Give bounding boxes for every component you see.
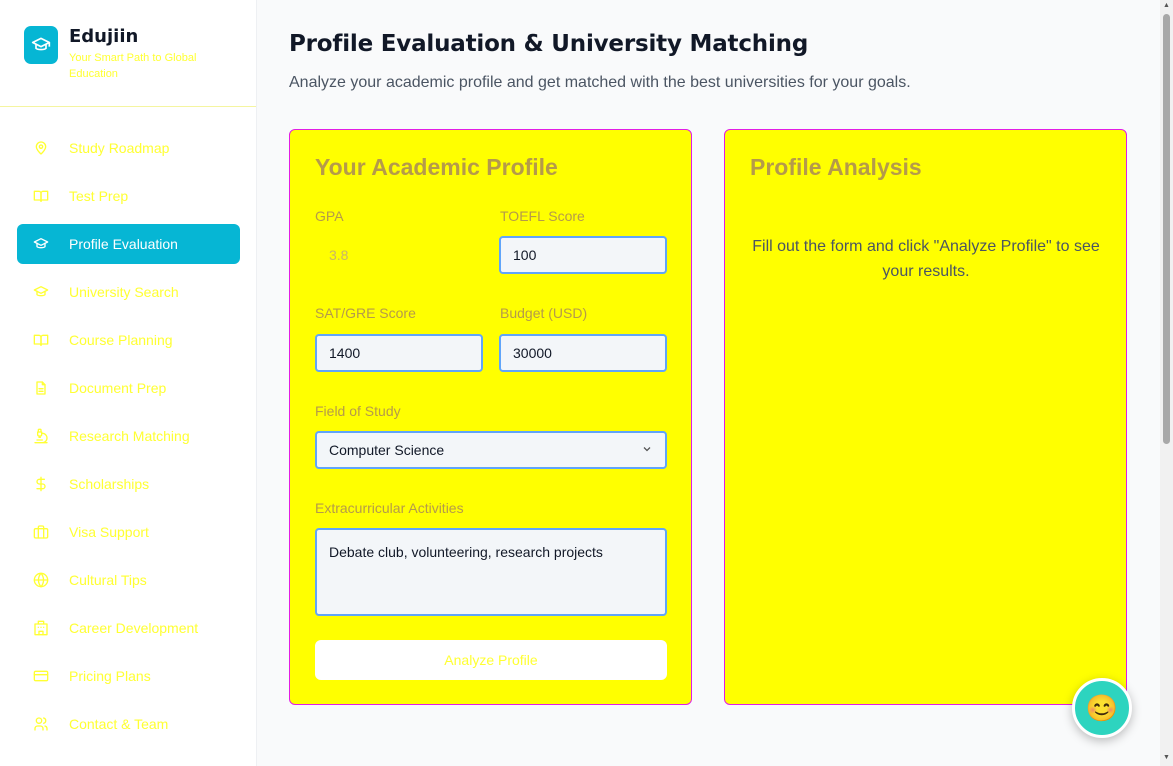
analysis-placeholder-message: Fill out the form and click "Analyze Pro… bbox=[752, 238, 1100, 280]
page-title: Profile Evaluation & University Matching bbox=[289, 31, 809, 57]
book-open-icon bbox=[33, 332, 49, 348]
briefcase-icon bbox=[33, 524, 49, 540]
book-open-icon bbox=[33, 188, 49, 204]
brand-tagline: Your Smart Path to Global Education bbox=[69, 52, 197, 80]
sidebar-item-research-matching[interactable]: Research Matching bbox=[17, 416, 240, 456]
sidebar-item-cultural-tips[interactable]: Cultural Tips bbox=[17, 560, 240, 600]
graduation-cap-icon bbox=[33, 284, 49, 300]
page-subtitle: Analyze your academic profile and get ma… bbox=[289, 74, 911, 91]
sidebar-item-label: Pricing Plans bbox=[69, 668, 151, 684]
gpa-input[interactable] bbox=[315, 236, 483, 274]
sidebar-item-label: Scholarships bbox=[69, 476, 150, 492]
sidebar-item-visa-support[interactable]: Visa Support bbox=[17, 512, 240, 552]
field-of-study-label: Field of Study bbox=[315, 403, 401, 419]
academic-profile-title: Your Academic Profile bbox=[315, 154, 558, 180]
sidebar-item-label: Course Planning bbox=[69, 332, 173, 348]
sidebar-item-pricing-plans[interactable]: Pricing Plans bbox=[17, 656, 240, 696]
budget-input[interactable] bbox=[499, 334, 667, 372]
analyze-profile-button[interactable]: Analyze Profile bbox=[315, 640, 667, 680]
profile-analysis-card: Profile Analysis Fill out the form and c… bbox=[724, 129, 1127, 705]
sidebar-item-label: University Search bbox=[69, 284, 179, 300]
graduation-cap-icon bbox=[33, 236, 49, 252]
brand-name: Edujiin bbox=[69, 26, 139, 47]
users-icon bbox=[33, 716, 49, 732]
sidebar-item-label: Contact & Team bbox=[69, 716, 169, 732]
page-scrollbar[interactable]: ▲ ▼ bbox=[1160, 0, 1173, 766]
extracurricular-textarea[interactable]: Debate club, volunteering, research proj… bbox=[315, 528, 667, 616]
sidebar-item-label: Test Prep bbox=[69, 188, 129, 204]
sidebar-item-contact-team[interactable]: Contact & Team bbox=[17, 704, 240, 744]
file-text-icon bbox=[33, 380, 49, 396]
chevron-down-icon bbox=[641, 442, 653, 458]
dollar-icon bbox=[33, 476, 49, 492]
microscope-icon bbox=[33, 428, 49, 444]
sat-gre-input[interactable] bbox=[315, 334, 483, 372]
sidebar-item-profile-evaluation[interactable]: Profile Evaluation bbox=[17, 224, 240, 264]
sidebar-item-career-development[interactable]: Career Development bbox=[17, 608, 240, 648]
sidebar-item-label: Cultural Tips bbox=[69, 572, 147, 588]
toefl-label: TOEFL Score bbox=[500, 208, 585, 224]
sidebar-item-document-prep[interactable]: Document Prep bbox=[17, 368, 240, 408]
sidebar-item-course-planning[interactable]: Course Planning bbox=[17, 320, 240, 360]
brand: Edujiin Your Smart Path to Global Educat… bbox=[0, 0, 256, 107]
profile-analysis-title: Profile Analysis bbox=[750, 154, 922, 180]
sidebar-item-university-search[interactable]: University Search bbox=[17, 272, 240, 312]
field-of-study-select[interactable]: Computer Science bbox=[315, 431, 667, 469]
graduation-cap-icon bbox=[24, 26, 58, 64]
sidebar-nav: Study Roadmap Test Prep Profile Evaluation… bbox=[17, 128, 240, 752]
app-root: Edujiin Your Smart Path to Global Educat… bbox=[0, 0, 1173, 766]
sidebar-item-label: Research Matching bbox=[69, 428, 190, 444]
sidebar-item-label: Document Prep bbox=[69, 380, 167, 396]
smile-emoji-icon: 😊 bbox=[1085, 692, 1119, 723]
extracurricular-label: Extracurricular Activities bbox=[315, 500, 464, 516]
toefl-input[interactable] bbox=[499, 236, 667, 274]
scroll-thumb[interactable] bbox=[1163, 14, 1170, 444]
sat-gre-label: SAT/GRE Score bbox=[315, 305, 416, 321]
building-icon bbox=[33, 620, 49, 636]
globe-icon bbox=[33, 572, 49, 588]
credit-card-icon bbox=[33, 668, 49, 684]
main-content: Profile Evaluation & University Matching… bbox=[257, 0, 1160, 766]
sidebar-item-test-prep[interactable]: Test Prep bbox=[17, 176, 240, 216]
academic-profile-card: Your Academic Profile GPA TOEFL Score SA… bbox=[289, 129, 692, 705]
scroll-down-icon[interactable]: ▼ bbox=[1163, 754, 1170, 761]
sidebar-item-label: Visa Support bbox=[69, 524, 149, 540]
gpa-label: GPA bbox=[315, 208, 344, 224]
map-pin-icon bbox=[33, 140, 49, 156]
budget-label: Budget (USD) bbox=[500, 305, 588, 321]
field-of-study-value: Computer Science bbox=[329, 442, 445, 458]
sidebar: Edujiin Your Smart Path to Global Educat… bbox=[0, 0, 257, 766]
sidebar-item-scholarships[interactable]: Scholarships bbox=[17, 464, 240, 504]
sidebar-item-study-roadmap[interactable]: Study Roadmap bbox=[17, 128, 240, 168]
sidebar-item-label: Career Development bbox=[69, 620, 199, 636]
sidebar-item-label: Study Roadmap bbox=[69, 140, 170, 156]
scroll-up-icon[interactable]: ▲ bbox=[1163, 2, 1170, 9]
sidebar-item-label: Profile Evaluation bbox=[69, 236, 178, 252]
chat-assistant-button[interactable]: 😊 bbox=[1072, 678, 1132, 738]
